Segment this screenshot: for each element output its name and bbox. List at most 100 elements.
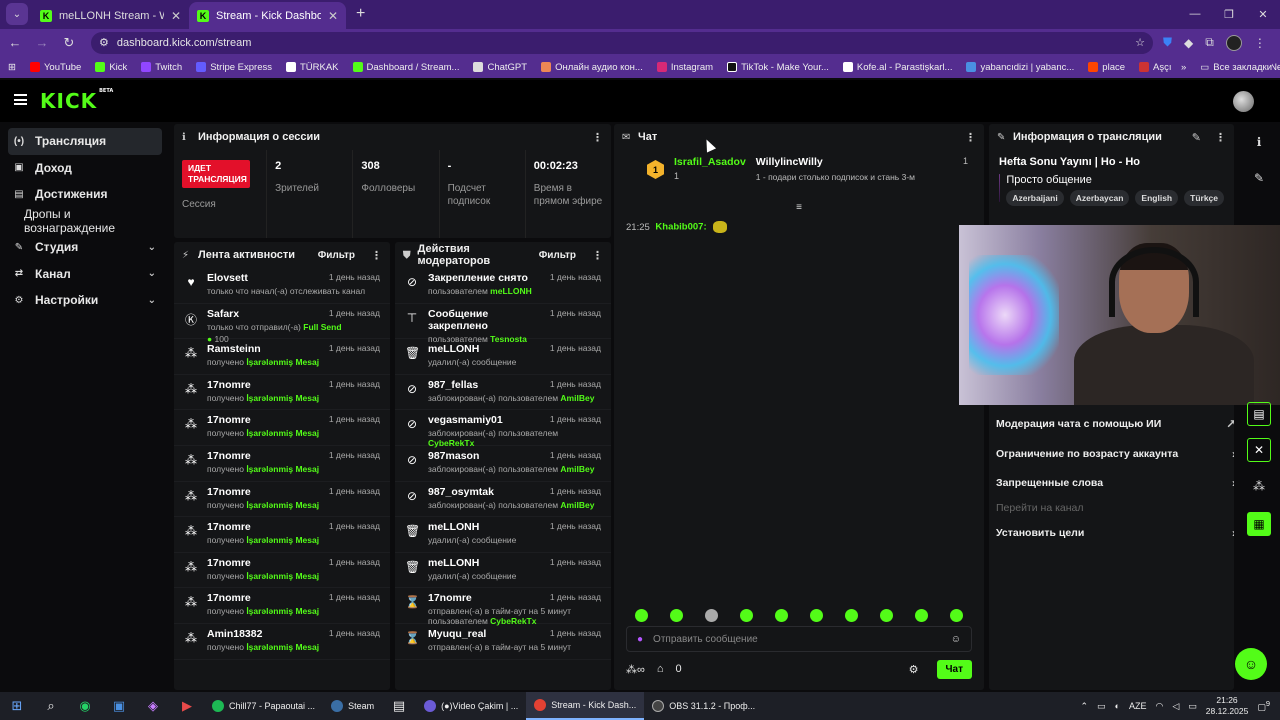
feed-item-name[interactable]: Ramsteinn [207,343,329,355]
bookmark[interactable]: Kick [95,62,127,73]
browser-tab-watch[interactable]: K meLLONH Stream - Watch Live ✕ [32,2,189,29]
back-icon[interactable]: ← [3,35,27,50]
feed-item-name[interactable]: 17nomre [207,450,329,462]
tray-chevron-icon[interactable]: ⌃ [1080,701,1088,712]
feed-item[interactable]: ⁂ 17nomre 1 день назад получено İşarələnmiş… [174,410,390,446]
shield-extension-icon[interactable]: ⛊ [1163,35,1172,50]
more-icon[interactable]: ⋮ [371,249,382,262]
tab-search-icon[interactable]: ⌄ [6,3,28,25]
feed-item-name[interactable]: 17nomre [428,592,550,604]
wifi-icon[interactable]: ◠ [1155,701,1163,712]
more-icon[interactable]: ⋮ [592,131,603,144]
feed-item[interactable]: ⁂ 17nomre 1 день назад получено İşarələnmiş… [174,375,390,411]
emote-icon[interactable] [670,609,683,622]
feed-item-name[interactable]: Amin18382 [207,628,329,640]
feed-item[interactable]: ⁂ 17nomre 1 день назад получено İşarələnmiş… [174,517,390,553]
notification-icon[interactable]: ▢9 [1257,699,1270,713]
sidebar-item-stream[interactable]: (•) Трансляция [8,128,162,155]
bookmark[interactable]: TikTok - Make Your... [727,62,829,73]
feed-item[interactable]: ⊘ Закрепление снято 1 день назад пользовате… [395,268,611,304]
tools-icon[interactable]: ✕ [1247,438,1271,462]
copilot-icon[interactable]: ◈ [136,698,170,714]
feed-item-name[interactable]: 987mason [428,450,550,462]
bookmark[interactable]: Twitch [141,62,182,73]
reload-icon[interactable]: ↻ [57,35,81,51]
edit-icon[interactable]: ✎ [1247,166,1271,190]
bookmark[interactable]: YouTube [29,62,81,73]
feed-item-name[interactable]: meLLONH [428,521,550,533]
whatsapp-icon[interactable]: ◉ [68,698,102,714]
menu-icon[interactable] [14,94,27,105]
edit-icon[interactable]: ✎ [1192,131,1201,144]
feed-item-name[interactable]: Myuqu_real [428,628,550,640]
set-goals-row[interactable]: Установить цели› [996,521,1234,545]
taskbar-app[interactable]: Steam [323,692,382,720]
bookmark[interactable]: place [1088,62,1125,73]
feed-item-name[interactable]: Сообщение закреплено [428,308,550,332]
more-icon[interactable]: ⋮ [1215,131,1226,144]
bookmark[interactable]: Instagram [656,62,713,73]
clapper-icon[interactable]: ▦ [1247,512,1271,536]
gear-icon[interactable]: ⚙ [909,663,919,676]
apps-grid-icon[interactable]: ⊞ [8,62,16,73]
url-input[interactable]: ⚙ dashboard.kick.com/stream ☆ [91,31,1153,54]
ai-moderation-link[interactable]: Модерация чата с помощью ИИ ↗ [996,412,1234,436]
info-icon[interactable]: ℹ [1247,130,1271,154]
filter-button[interactable]: Фильтр [539,250,576,261]
minimize-icon[interactable]: — [1178,0,1212,28]
feed-item[interactable]: ⌛ Myuqu_real 1 день назад отправлен(-а) в т… [395,624,611,660]
bookmark[interactable]: Stripe Express [196,62,272,73]
taskbar-app[interactable]: (●)Video Çakim | ... [416,692,526,720]
kick-logo[interactable]: KICK BETA [40,88,113,113]
user-avatar[interactable] [1233,91,1254,112]
feed-item-name[interactable]: 17nomre [207,521,329,533]
sidebar-item-revenue[interactable]: ▣ Доход [8,155,162,182]
feed-item-name[interactable]: 17nomre [207,557,329,569]
feed-item-name[interactable]: meLLONH [428,343,550,355]
emote-icon[interactable] [705,609,718,622]
emote-icon[interactable] [880,609,893,622]
shop-icon[interactable]: ⌂ [657,663,664,675]
feed-item[interactable]: ⁂ 17nomre 1 день назад получено İşarələnmiş… [174,588,390,624]
sidebar-item-channel[interactable]: ⇄ Канал ⌄ [8,261,162,288]
bookmark[interactable]: Kofe.al - Parastişkarl... [842,62,952,73]
emoji-icon[interactable]: ☺ [951,634,961,645]
feed-item-name[interactable]: meLLONH [428,557,550,569]
help-chat-button[interactable]: ☺ [1235,648,1267,680]
banned-words-row[interactable]: Запрещенные слова› [996,471,1234,495]
taskbar-app[interactable]: Chill77 - Papaoutai ... [204,692,323,720]
emote-icon[interactable] [915,609,928,622]
tab-close-icon[interactable]: ✕ [171,9,181,23]
new-tab-button[interactable]: + [346,5,375,29]
emote-icon[interactable] [775,609,788,622]
feed-item[interactable]: ⁂ Amin18382 1 день назад получено İşarələnm… [174,624,390,660]
restore-icon[interactable]: ❐ [1212,0,1246,28]
feed-item[interactable]: ⊘ vegasmamiy01 1 день назад заблокирован(-а… [395,410,611,448]
more-icon[interactable]: ⋮ [592,249,603,262]
forward-icon[interactable]: → [30,35,54,50]
taskbar-app[interactable]: Stream - Kick Dash... [526,692,645,720]
browser-tab-dashboard[interactable]: K Stream - Kick Dashboard ✕ [189,2,346,29]
sidebar-item-settings[interactable]: ⚙ Настройки ⌄ [8,287,162,314]
feed-item[interactable]: Ⓚ Safarx 1 день назад только что отправил(-… [174,304,390,344]
more-icon[interactable]: ⋮ [965,131,976,144]
chat-send-button[interactable]: Чат [936,659,972,679]
tray-app-icon[interactable]: ▭ [1097,701,1106,712]
taskbar-app[interactable]: OBS 31.1.2 - Проф... [644,692,763,720]
feed-item-name[interactable]: Elovsett [207,272,329,284]
sidebar-item-drops[interactable]: Дропы и вознаграждение [8,207,162,235]
bookmark[interactable]: ChatGPT [473,62,527,73]
age-restriction-row[interactable]: Ограничение по возрасту аккаунта› [996,442,1234,466]
calendar-icon[interactable]: ▤ [1247,402,1271,426]
top-gifter[interactable]: Israfil_Asadov 1 [674,156,746,204]
emote-icon[interactable] [635,609,648,622]
clock[interactable]: 21:26 28.12.2025 [1206,695,1249,717]
battery-icon[interactable]: ▭ [1188,701,1197,712]
mic-icon[interactable]: ● [637,634,643,645]
emote-icon[interactable] [845,609,858,622]
feed-item-name[interactable]: 987_fellas [428,379,550,391]
feed-item-name[interactable]: 17nomre [207,592,329,604]
sidebar-item-studio[interactable]: ✎ Студия ⌄ [8,234,162,261]
feed-item-name[interactable]: 17nomre [207,486,329,498]
feed-item[interactable]: ⊤ Сообщение закреплено 1 день назад пользов… [395,304,611,344]
